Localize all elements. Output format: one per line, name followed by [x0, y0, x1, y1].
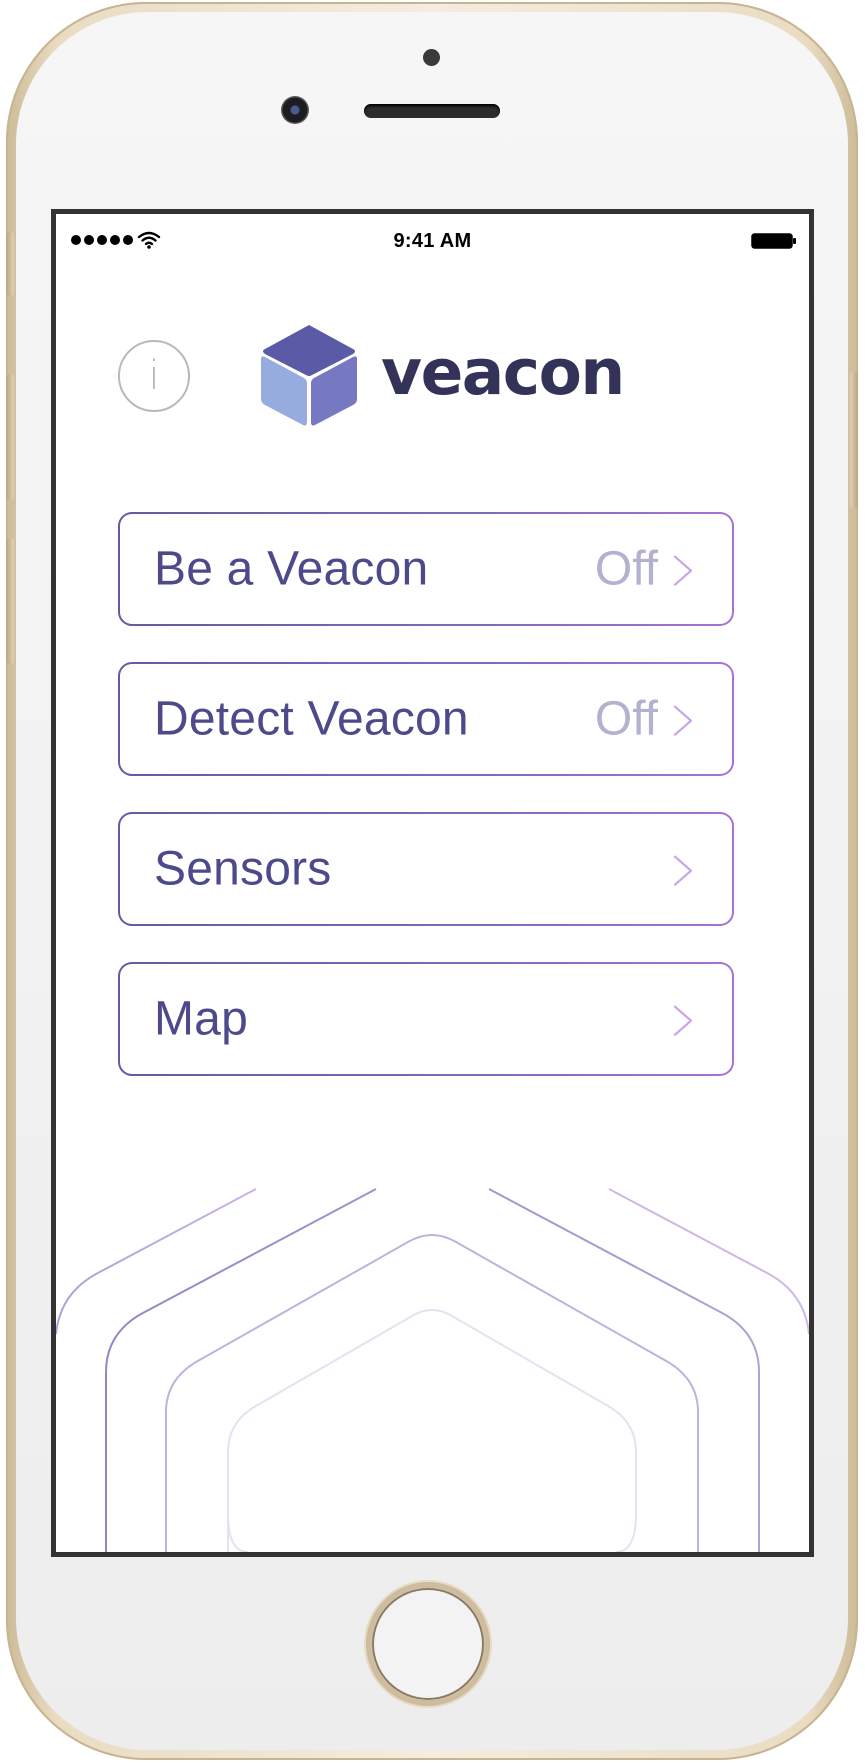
main-menu: Be a Veacon Off Detect Veacon Off Sensor…	[118, 512, 734, 1112]
chevron-right-icon	[673, 855, 693, 886]
battery-icon	[751, 233, 796, 249]
info-icon: i	[148, 353, 160, 399]
front-sensor	[423, 49, 440, 66]
menu-item-status: Off	[594, 692, 658, 746]
menu-item-sensors[interactable]: Sensors	[118, 812, 734, 926]
menu-item-status: Off	[594, 542, 658, 596]
menu-item-label: Map	[154, 992, 248, 1046]
cube-icon	[261, 325, 357, 426]
earpiece-speaker	[364, 104, 500, 118]
menu-item-detect-veacon[interactable]: Detect Veacon Off	[118, 662, 734, 776]
logo-text: veacon	[381, 335, 625, 409]
chevron-right-icon	[673, 1005, 693, 1036]
home-button[interactable]	[366, 1582, 490, 1706]
app-logo: veacon	[257, 321, 625, 429]
app-screen: 9:41 AM i veacon Be a Veacon Off Detect …	[51, 209, 814, 1557]
info-button[interactable]: i	[118, 340, 190, 412]
menu-item-be-a-veacon[interactable]: Be a Veacon Off	[118, 512, 734, 626]
status-time: 9:41 AM	[393, 230, 472, 252]
menu-item-label: Detect Veacon	[154, 692, 469, 746]
menu-item-map[interactable]: Map	[118, 962, 734, 1076]
volume-down-button	[6, 538, 14, 664]
volume-up-button	[6, 374, 14, 500]
status-bar: 9:41 AM	[56, 214, 809, 254]
front-camera-icon	[281, 96, 309, 124]
power-button	[850, 372, 858, 508]
mute-switch	[6, 232, 14, 296]
menu-item-label: Sensors	[154, 842, 332, 896]
chevron-right-icon	[673, 555, 693, 586]
chevron-right-icon	[673, 705, 693, 736]
menu-item-label: Be a Veacon	[154, 542, 429, 596]
